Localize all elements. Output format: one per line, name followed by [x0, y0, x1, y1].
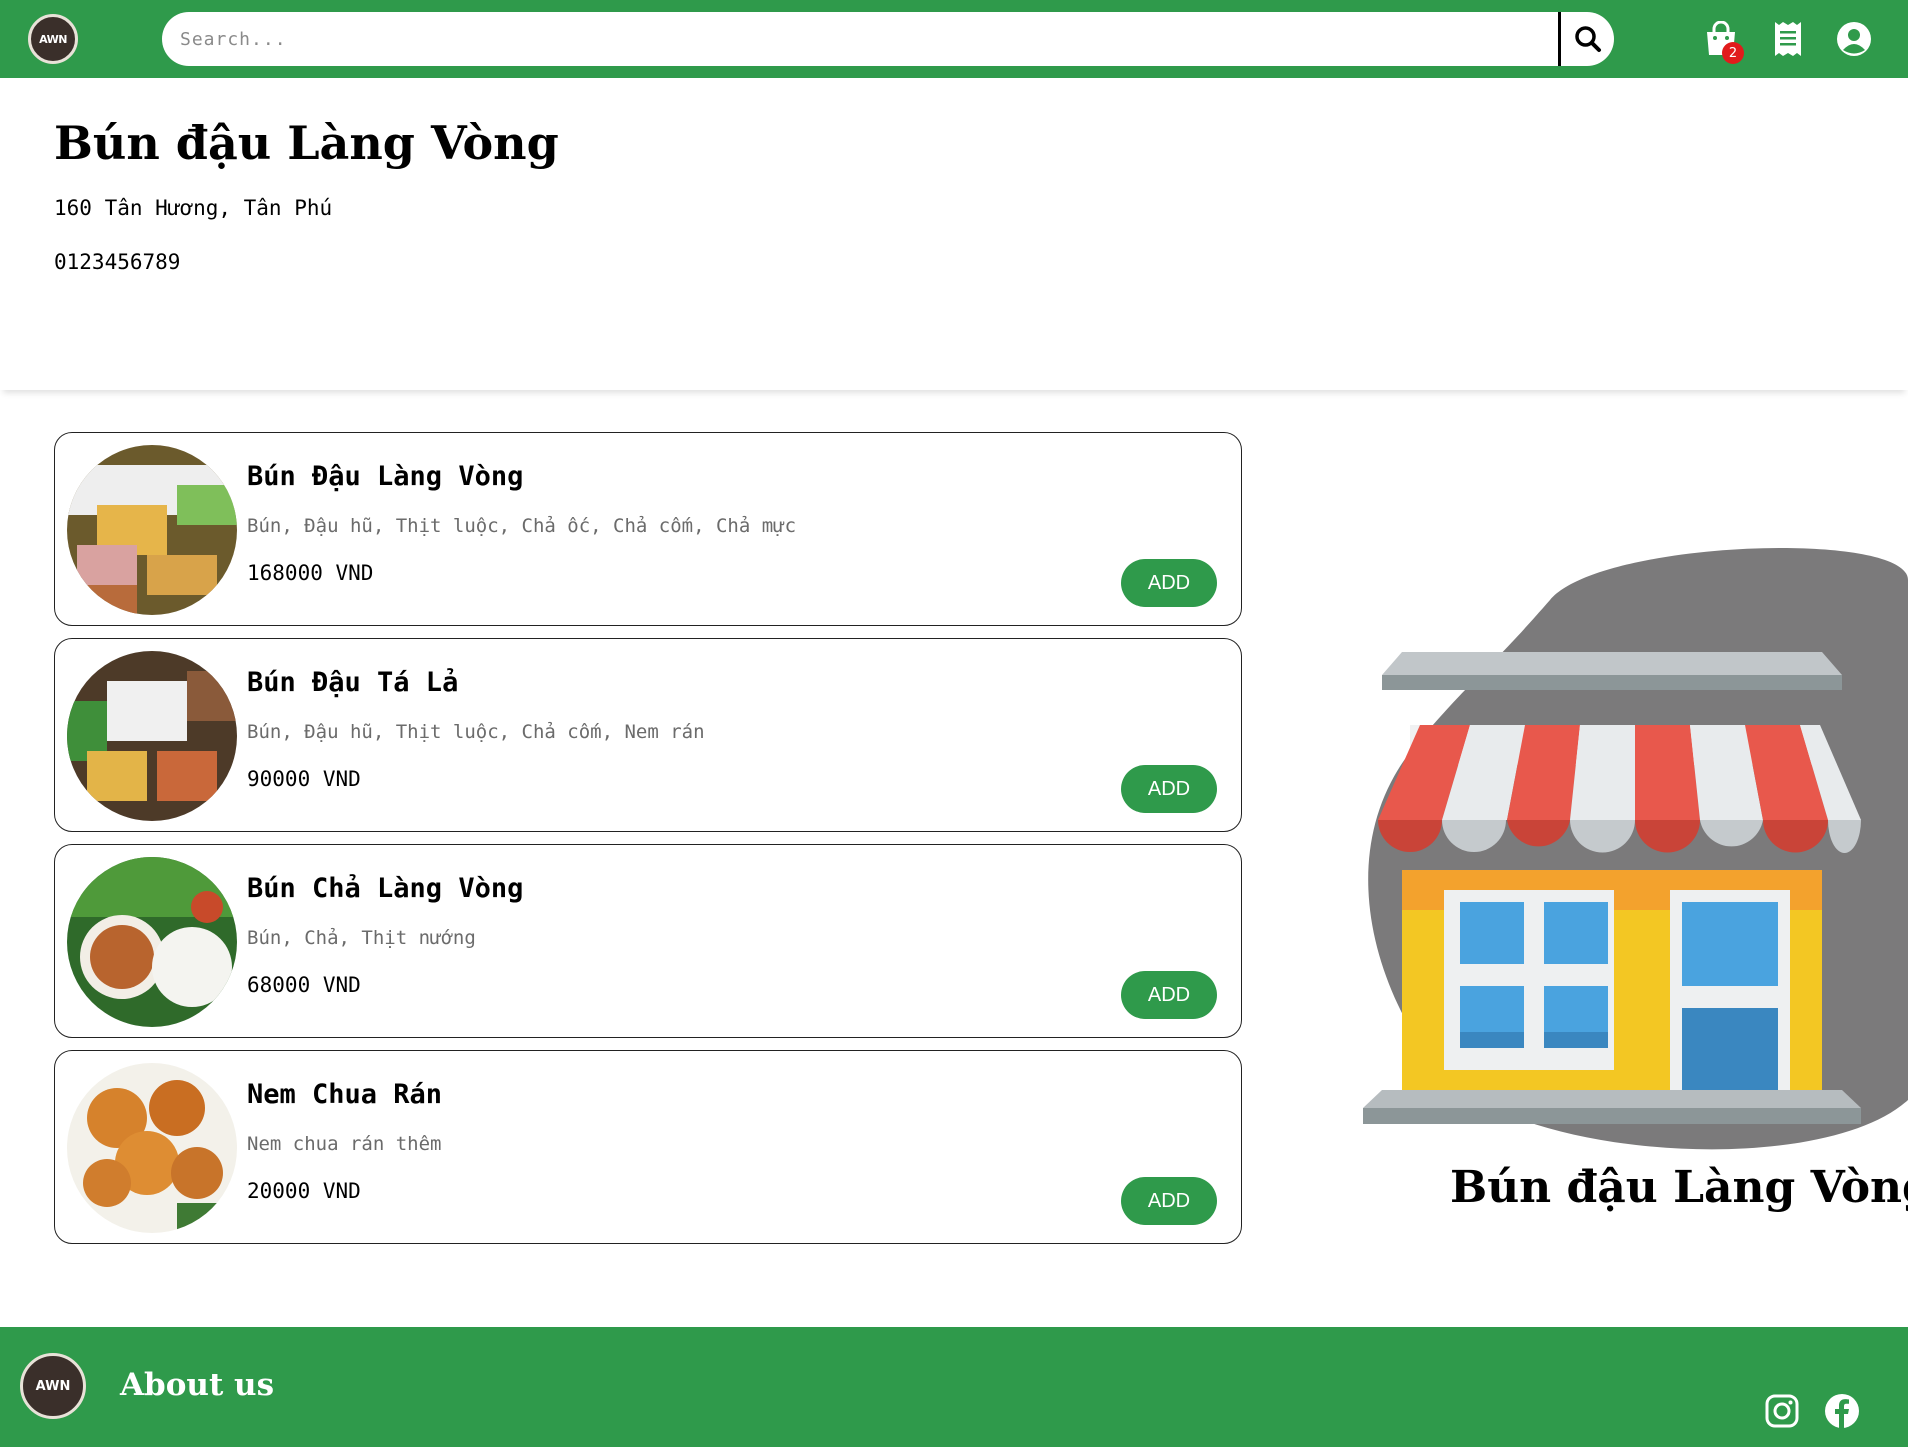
about-us-link[interactable]: About us — [120, 1367, 274, 1403]
dish-price: 68000 VND — [247, 973, 361, 997]
footer-logo[interactable]: AWN — [20, 1353, 86, 1419]
dish-name: Bún Đậu Tá Lả — [247, 667, 459, 698]
instagram-link[interactable] — [1764, 1393, 1800, 1429]
facebook-icon — [1825, 1394, 1859, 1428]
illustration-caption: Bún đậu Làng Vòng — [1450, 1162, 1908, 1213]
dish-price: 90000 VND — [247, 767, 361, 791]
dish-price: 20000 VND — [247, 1179, 361, 1203]
dish-name: Bún Chả Làng Vòng — [247, 873, 524, 904]
restaurant-address: 160 Tân Hương, Tân Phú — [54, 196, 333, 220]
add-to-cart-button[interactable]: ADD — [1121, 971, 1217, 1019]
dish-name: Nem Chua Rán — [247, 1079, 443, 1110]
menu-item-card: Bún Đậu Làng Vòng Bún, Đậu hũ, Thịt luộc… — [54, 432, 1242, 626]
brand-logo-text: AWN — [39, 32, 67, 46]
orders-button[interactable] — [1767, 18, 1809, 60]
instagram-icon — [1765, 1394, 1799, 1428]
search-input[interactable] — [162, 12, 1557, 66]
dish-name: Bún Đậu Làng Vòng — [247, 461, 524, 492]
footer: AWN About us — [0, 1327, 1908, 1447]
search-icon — [1574, 26, 1601, 52]
cart-button[interactable]: 2 — [1700, 18, 1744, 64]
dish-description: Nem chua rán thêm — [247, 1133, 442, 1155]
dish-image — [67, 1063, 237, 1233]
user-circle-icon — [1837, 22, 1871, 56]
menu-item-card: Nem Chua Rán Nem chua rán thêm 20000 VND… — [54, 1050, 1242, 1244]
account-button[interactable] — [1833, 18, 1875, 60]
search-bar — [162, 12, 1614, 66]
search-button[interactable] — [1561, 12, 1614, 66]
cart-count-badge: 2 — [1722, 42, 1744, 64]
dish-image — [67, 857, 237, 1027]
dish-description: Bún, Chả, Thịt nướng — [247, 927, 476, 949]
dish-price: 168000 VND — [247, 561, 374, 585]
menu-item-card: Bún Đậu Tá Lả Bún, Đậu hũ, Thịt luộc, Ch… — [54, 638, 1242, 832]
dish-description: Bún, Đậu hũ, Thịt luộc, Chả cốm, Nem rán — [247, 721, 705, 743]
add-to-cart-button[interactable]: ADD — [1121, 765, 1217, 813]
add-to-cart-button[interactable]: ADD — [1121, 559, 1217, 607]
footer-logo-text: AWN — [35, 1378, 71, 1394]
facebook-link[interactable] — [1824, 1393, 1860, 1429]
restaurant-phone: 0123456789 — [54, 250, 181, 274]
dish-image — [67, 651, 237, 821]
brand-logo[interactable]: AWN — [28, 14, 78, 64]
receipt-icon — [1775, 22, 1801, 56]
restaurant-name: Bún đậu Làng Vòng — [54, 116, 559, 170]
top-navbar: AWN 2 — [0, 0, 1908, 78]
add-to-cart-button[interactable]: ADD — [1121, 1177, 1217, 1225]
dish-description: Bún, Đậu hũ, Thịt luộc, Chả ốc, Chả cốm,… — [247, 515, 797, 537]
menu-item-card: Bún Chả Làng Vòng Bún, Chả, Thịt nướng 6… — [54, 844, 1242, 1038]
dish-image — [67, 445, 237, 615]
store-illustration — [1363, 547, 1908, 1150]
